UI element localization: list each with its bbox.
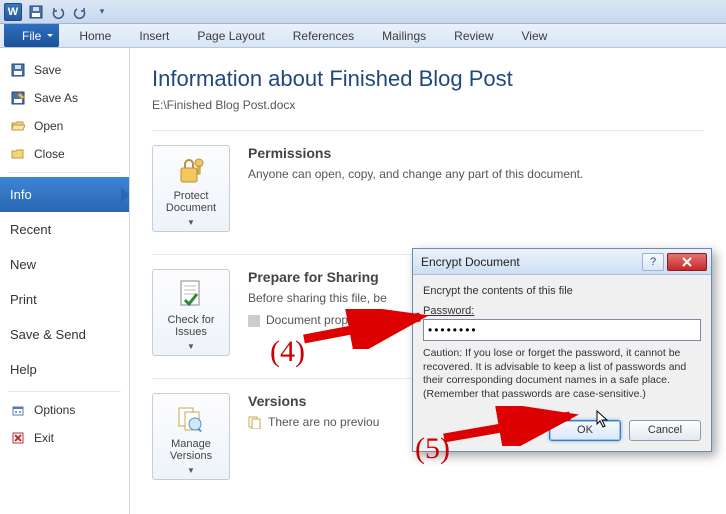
encrypt-document-dialog: Encrypt Document ? Encrypt the contents … [412,248,712,452]
button-label: Protect Document [157,190,225,214]
password-input[interactable] [423,319,701,341]
options-icon [10,402,26,418]
button-label: Check for Issues [157,314,225,338]
word-app-icon: W [4,3,22,21]
save-icon [10,62,26,78]
dialog-body: Encrypt the contents of this file Passwo… [413,275,711,412]
protect-document-button[interactable]: Protect Document ▼ [152,145,230,232]
chevron-down-icon: ▼ [187,466,195,475]
ok-button[interactable]: OK [549,420,621,441]
sidebar-item-close[interactable]: Close [0,140,129,168]
close-folder-icon [10,146,26,162]
dialog-close-button[interactable] [667,253,707,271]
section-body: Prepare for Sharing Before sharing this … [248,269,387,327]
dialog-caution: Caution: If you lose or forget the passw… [423,347,701,402]
dialog-help-button[interactable]: ? [642,253,664,271]
divider [8,391,121,392]
sidebar-item-label: Exit [34,431,54,445]
chevron-down-icon: ▼ [187,218,195,227]
help-icon: ? [650,256,656,268]
dialog-instruction: Encrypt the contents of this file [423,285,701,297]
sidebar-item-open[interactable]: Open [0,112,129,140]
section-permissions: Protect Document ▼ Permissions Anyone ca… [152,130,704,232]
ribbon-tabs: File Home Insert Page Layout References … [0,24,726,48]
tab-references[interactable]: References [279,24,368,47]
tab-file[interactable]: File [4,24,59,47]
button-label: OK [577,424,593,436]
backstage-sidebar: Save Save As Open Close Info Recent New … [0,48,130,514]
sidebar-item-exit[interactable]: Exit [0,424,129,452]
bullet-text: Document proper [266,313,359,327]
sidebar-item-options[interactable]: Options [0,396,129,424]
chevron-down-icon: ▼ [187,342,195,351]
tab-review[interactable]: Review [440,24,507,47]
lock-key-icon [175,154,207,186]
button-label: Manage Versions [157,438,225,462]
sidebar-item-label: Open [34,119,63,133]
section-heading: Permissions [248,145,583,161]
sidebar-item-save-as[interactable]: Save As [0,84,129,112]
sidebar-item-label: New [10,257,36,272]
bullet-text: There are no previou [268,415,379,429]
dialog-button-row: OK Cancel [413,412,711,451]
password-label: Password: [423,305,701,317]
section-heading: Versions [248,393,379,409]
button-label: Cancel [648,424,682,436]
sidebar-item-save[interactable]: Save [0,56,129,84]
section-body: Permissions Anyone can open, copy, and c… [248,145,583,183]
tab-home[interactable]: Home [65,24,125,47]
section-heading: Prepare for Sharing [248,269,387,285]
sidebar-item-label: Save As [34,91,78,105]
bullet-item: Document proper [248,313,387,327]
tab-mailings[interactable]: Mailings [368,24,440,47]
title-bar: W ▾ [0,0,726,24]
divider [8,172,121,173]
dialog-title: Encrypt Document [421,255,642,269]
bullet-item: There are no previou [248,415,379,429]
page-title: Information about Finished Blog Post [152,66,704,92]
sidebar-item-save-send[interactable]: Save & Send [0,317,129,352]
sidebar-item-help[interactable]: Help [0,352,129,387]
open-icon [10,118,26,134]
exit-icon [10,430,26,446]
sidebar-item-label: Help [10,362,37,377]
sidebar-item-label: Options [34,403,75,417]
cancel-button[interactable]: Cancel [629,420,701,441]
tab-insert[interactable]: Insert [125,24,183,47]
sidebar-item-label: Save [34,63,61,77]
section-body: Versions There are no previou [248,393,379,429]
save-icon[interactable] [28,4,44,20]
qat-customize-icon[interactable]: ▾ [94,4,110,20]
save-as-icon [10,90,26,106]
sidebar-item-label: Info [10,187,32,202]
close-icon [681,257,693,267]
section-desc: Anyone can open, copy, and change any pa… [248,165,583,183]
sidebar-item-new[interactable]: New [0,247,129,282]
manage-versions-button[interactable]: Manage Versions ▼ [152,393,230,480]
tab-page-layout[interactable]: Page Layout [183,24,278,47]
versions-small-icon [248,415,262,429]
sidebar-item-recent[interactable]: Recent [0,212,129,247]
sidebar-item-print[interactable]: Print [0,282,129,317]
redo-icon[interactable] [72,4,88,20]
dialog-titlebar[interactable]: Encrypt Document ? [413,249,711,275]
versions-icon [175,402,207,434]
sidebar-item-info[interactable]: Info [0,177,129,212]
bullet-icon [248,315,260,327]
sidebar-item-label: Save & Send [10,327,86,342]
sidebar-item-label: Recent [10,222,51,237]
sidebar-item-label: Print [10,292,37,307]
sidebar-item-label: Close [34,147,65,161]
document-check-icon [175,278,207,310]
document-path: E:\Finished Blog Post.docx [152,98,704,112]
undo-icon[interactable] [50,4,66,20]
check-for-issues-button[interactable]: Check for Issues ▼ [152,269,230,356]
tab-view[interactable]: View [508,24,562,47]
section-desc: Before sharing this file, be [248,289,387,307]
